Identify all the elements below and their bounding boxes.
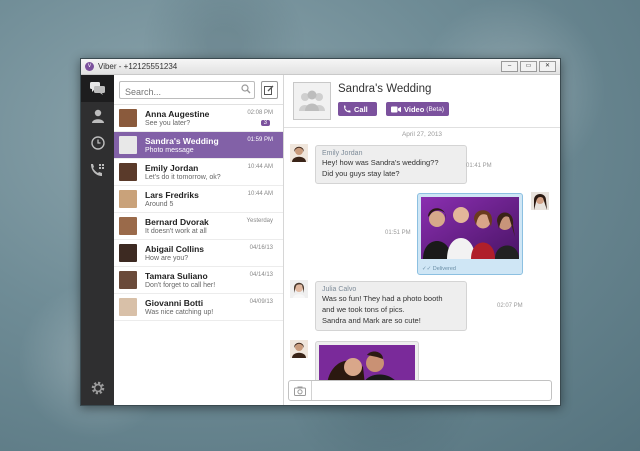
maximize-button[interactable]: ▭ [520,61,537,72]
message-line: and we took tons of pics. [322,305,405,314]
chat-preview: Photo message [145,147,194,154]
contact-avatar [119,217,137,235]
chat-time: 10:44 AM [247,164,273,170]
avatar-emily-jordan [290,340,308,358]
chat-preview: Around 5 [145,201,174,208]
nav-rail [81,75,114,405]
message-line: Hey! how was Sandra's wedding?? [322,158,439,167]
unread-badge: 3 [260,120,270,126]
settings-gear-icon [91,381,104,395]
video-button-label: Video [404,104,425,114]
chat-preview: It doesn't work at all [145,228,207,235]
contact-avatar [119,271,137,289]
window-title: Viber - +12125551234 [98,62,178,71]
rail-dialpad[interactable] [81,156,114,183]
camera-icon [294,386,306,396]
message-line: Sandra and Mark are so cute! [322,316,421,325]
minimize-button[interactable]: – [501,61,518,72]
chat-time: 04/16/13 [249,245,273,251]
chat-preview: Let's do it tomorrow, ok? [145,174,221,181]
chat-list-item[interactable]: Sandra's Wedding Photo message 01:59 PM [114,132,283,159]
chat-list-panel: Anna AugestineSee you later?02:08 PM3San… [114,75,284,405]
message-time: 01:41 PM [466,163,492,169]
video-button[interactable]: Video (Beta) [386,102,449,116]
search-icon [240,83,251,93]
conversation-panel: Sandra's Wedding Call Video (Beta) April… [284,75,560,405]
date-separator: April 27, 2013 [401,131,443,138]
contact-avatar [119,109,137,127]
rail-chats[interactable] [81,75,114,102]
rail-recents[interactable] [81,129,114,156]
chat-time: Yesterday [246,218,273,224]
group-icon [299,90,325,111]
settings-button[interactable] [81,377,114,399]
viber-window: v Viber - +12125551234 – ▭ ✕ Search... A… [80,58,561,406]
avatar-self [531,192,549,210]
message-bubble[interactable]: Julia Calvo Was so fun! They had a photo… [315,281,467,331]
chat-bubbles-icon [90,82,105,95]
chat-list-item[interactable]: Lars Fredriks Around 5 10:44 AM [114,186,283,213]
delivery-status: ✓✓ Delivered [422,266,456,272]
contact-avatar [119,136,137,154]
contact-avatar [119,244,137,262]
chat-list-item[interactable]: Bernard Dvorak It doesn't work at all Yest… [114,213,283,240]
message-sender: Emily Jordan [322,150,363,157]
search-input[interactable] [120,84,235,99]
message-time: 01:51 PM [385,230,411,236]
chat-time: 02:08 PM [247,110,273,116]
outgoing-photo-bubble[interactable]: ✓✓ Delivered [417,193,523,275]
dialpad-icon [91,163,104,176]
message-bubble[interactable]: Emily Jordan Hey! how was Sandra's weddi… [315,145,467,184]
rail-contacts[interactable] [81,102,114,129]
conversation-header: Sandra's Wedding Call Video (Beta) [284,75,560,128]
chat-list-item[interactable]: Giovanni Botti Was nice catching up! 04/09… [114,294,283,321]
photo-thumbnail[interactable] [421,197,519,259]
recents-icon [90,135,105,150]
chat-list-item[interactable]: Anna Augestine See you later? 02:08 PM 3 [114,105,283,132]
video-camera-icon [391,106,401,112]
message-line: Did you guys stay late? [322,169,400,178]
compose-button[interactable] [260,80,278,99]
phone-icon [344,105,351,113]
chat-list-item[interactable]: Tamara Suliano Don't forget to call her! 0… [114,267,283,294]
contact-avatar [119,190,137,208]
chat-list-item[interactable]: Emily Jordan Let's do it tomorrow, ok? 10:… [114,159,283,186]
contact-avatar [119,163,137,181]
search-field[interactable] [119,80,255,99]
close-button[interactable]: ✕ [539,61,556,72]
delivered-check-icon: ✓✓ [422,266,433,272]
chat-list-item[interactable]: Abigail Collins How are you? 04/16/13 [114,240,283,267]
message-line: Was so fun! They had a photo booth [322,294,443,303]
call-button[interactable]: Call [338,102,377,116]
chat-time: 04/09/13 [249,299,273,305]
chat-time: 10:44 AM [247,191,273,197]
chat-preview: Don't forget to call her! [145,282,216,289]
contacts-icon [91,109,104,123]
message-sender: Julia Calvo [322,286,357,293]
chat-preview: Was nice catching up! [145,309,214,316]
avatar-julia-calvo [290,280,308,298]
conversation-title: Sandra's Wedding [338,83,432,95]
message-input[interactable] [315,383,519,399]
chat-time: 01:59 PM [247,137,273,143]
message-composer[interactable] [288,380,552,401]
avatar-emily-jordan [290,144,308,162]
viber-logo-icon: v [85,62,94,71]
chat-preview: How are you? [145,255,189,262]
message-time: 02:07 PM [497,303,523,309]
compose-icon [264,85,274,95]
video-beta-label: (Beta) [426,105,444,113]
delivery-status-label: Delivered [432,266,456,272]
contact-avatar [119,298,137,316]
attach-photo-button[interactable] [289,381,312,400]
title-bar: v Viber - +12125551234 – ▭ ✕ [81,59,560,75]
group-avatar [293,82,331,120]
photo-thumbnail[interactable] [319,345,415,385]
call-button-label: Call [354,104,368,114]
chat-time: 04/14/13 [249,272,273,278]
